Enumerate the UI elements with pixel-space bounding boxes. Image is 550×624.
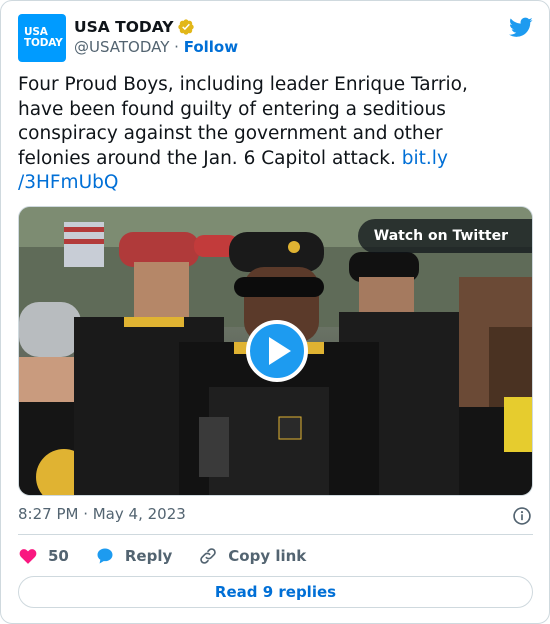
author-handle-row: @USATODAY · Follow <box>74 38 238 56</box>
copy-link-label: Copy link <box>228 547 307 565</box>
verified-badge-icon <box>177 19 194 35</box>
author-handle[interactable]: @USATODAY <box>74 38 169 56</box>
separator-dot: · <box>169 38 184 56</box>
author-name[interactable]: USA TODAY <box>74 18 174 36</box>
like-action[interactable]: 50 <box>18 546 69 566</box>
reply-action[interactable]: Reply <box>95 546 172 566</box>
info-icon[interactable] <box>512 506 532 526</box>
usatoday-logo-avatar[interactable]: USA TODAY <box>18 14 66 62</box>
tweet-link-domain[interactable]: bit.ly <box>402 148 448 169</box>
like-count: 50 <box>48 547 69 565</box>
video-media[interactable]: Watch on Twitter <box>18 206 533 496</box>
action-bar: 50 Reply Copy link <box>18 544 332 568</box>
twitter-bird-icon[interactable] <box>509 15 533 39</box>
reply-bubble-icon <box>97 548 113 564</box>
tweet-body: Four Proud Boys, including leader Enriqu… <box>18 74 468 169</box>
logo-text-line2: TODAY <box>24 37 63 49</box>
reply-label: Reply <box>124 547 173 565</box>
link-icon <box>200 548 217 564</box>
tweet-timestamp[interactable]: 8:27 PM · May 4, 2023 <box>18 505 186 523</box>
copy-link-action[interactable]: Copy link <box>198 546 306 566</box>
divider <box>18 534 533 535</box>
watch-on-twitter-button[interactable]: Watch on Twitter <box>357 219 532 253</box>
read-replies-button[interactable]: Read 9 replies <box>18 576 533 608</box>
tweet-text: Four Proud Boys, including leader Enriqu… <box>18 73 518 196</box>
follow-link[interactable]: Follow <box>184 38 238 56</box>
play-button[interactable] <box>246 320 308 382</box>
tweet-link-path[interactable]: /3HFmUbQ <box>18 172 118 193</box>
play-icon <box>269 337 291 365</box>
heart-icon <box>19 549 37 564</box>
tweet-card: USA TODAY USA TODAY @USATODAY · Follow F… <box>0 0 550 624</box>
author-name-row: USA TODAY <box>74 16 195 38</box>
